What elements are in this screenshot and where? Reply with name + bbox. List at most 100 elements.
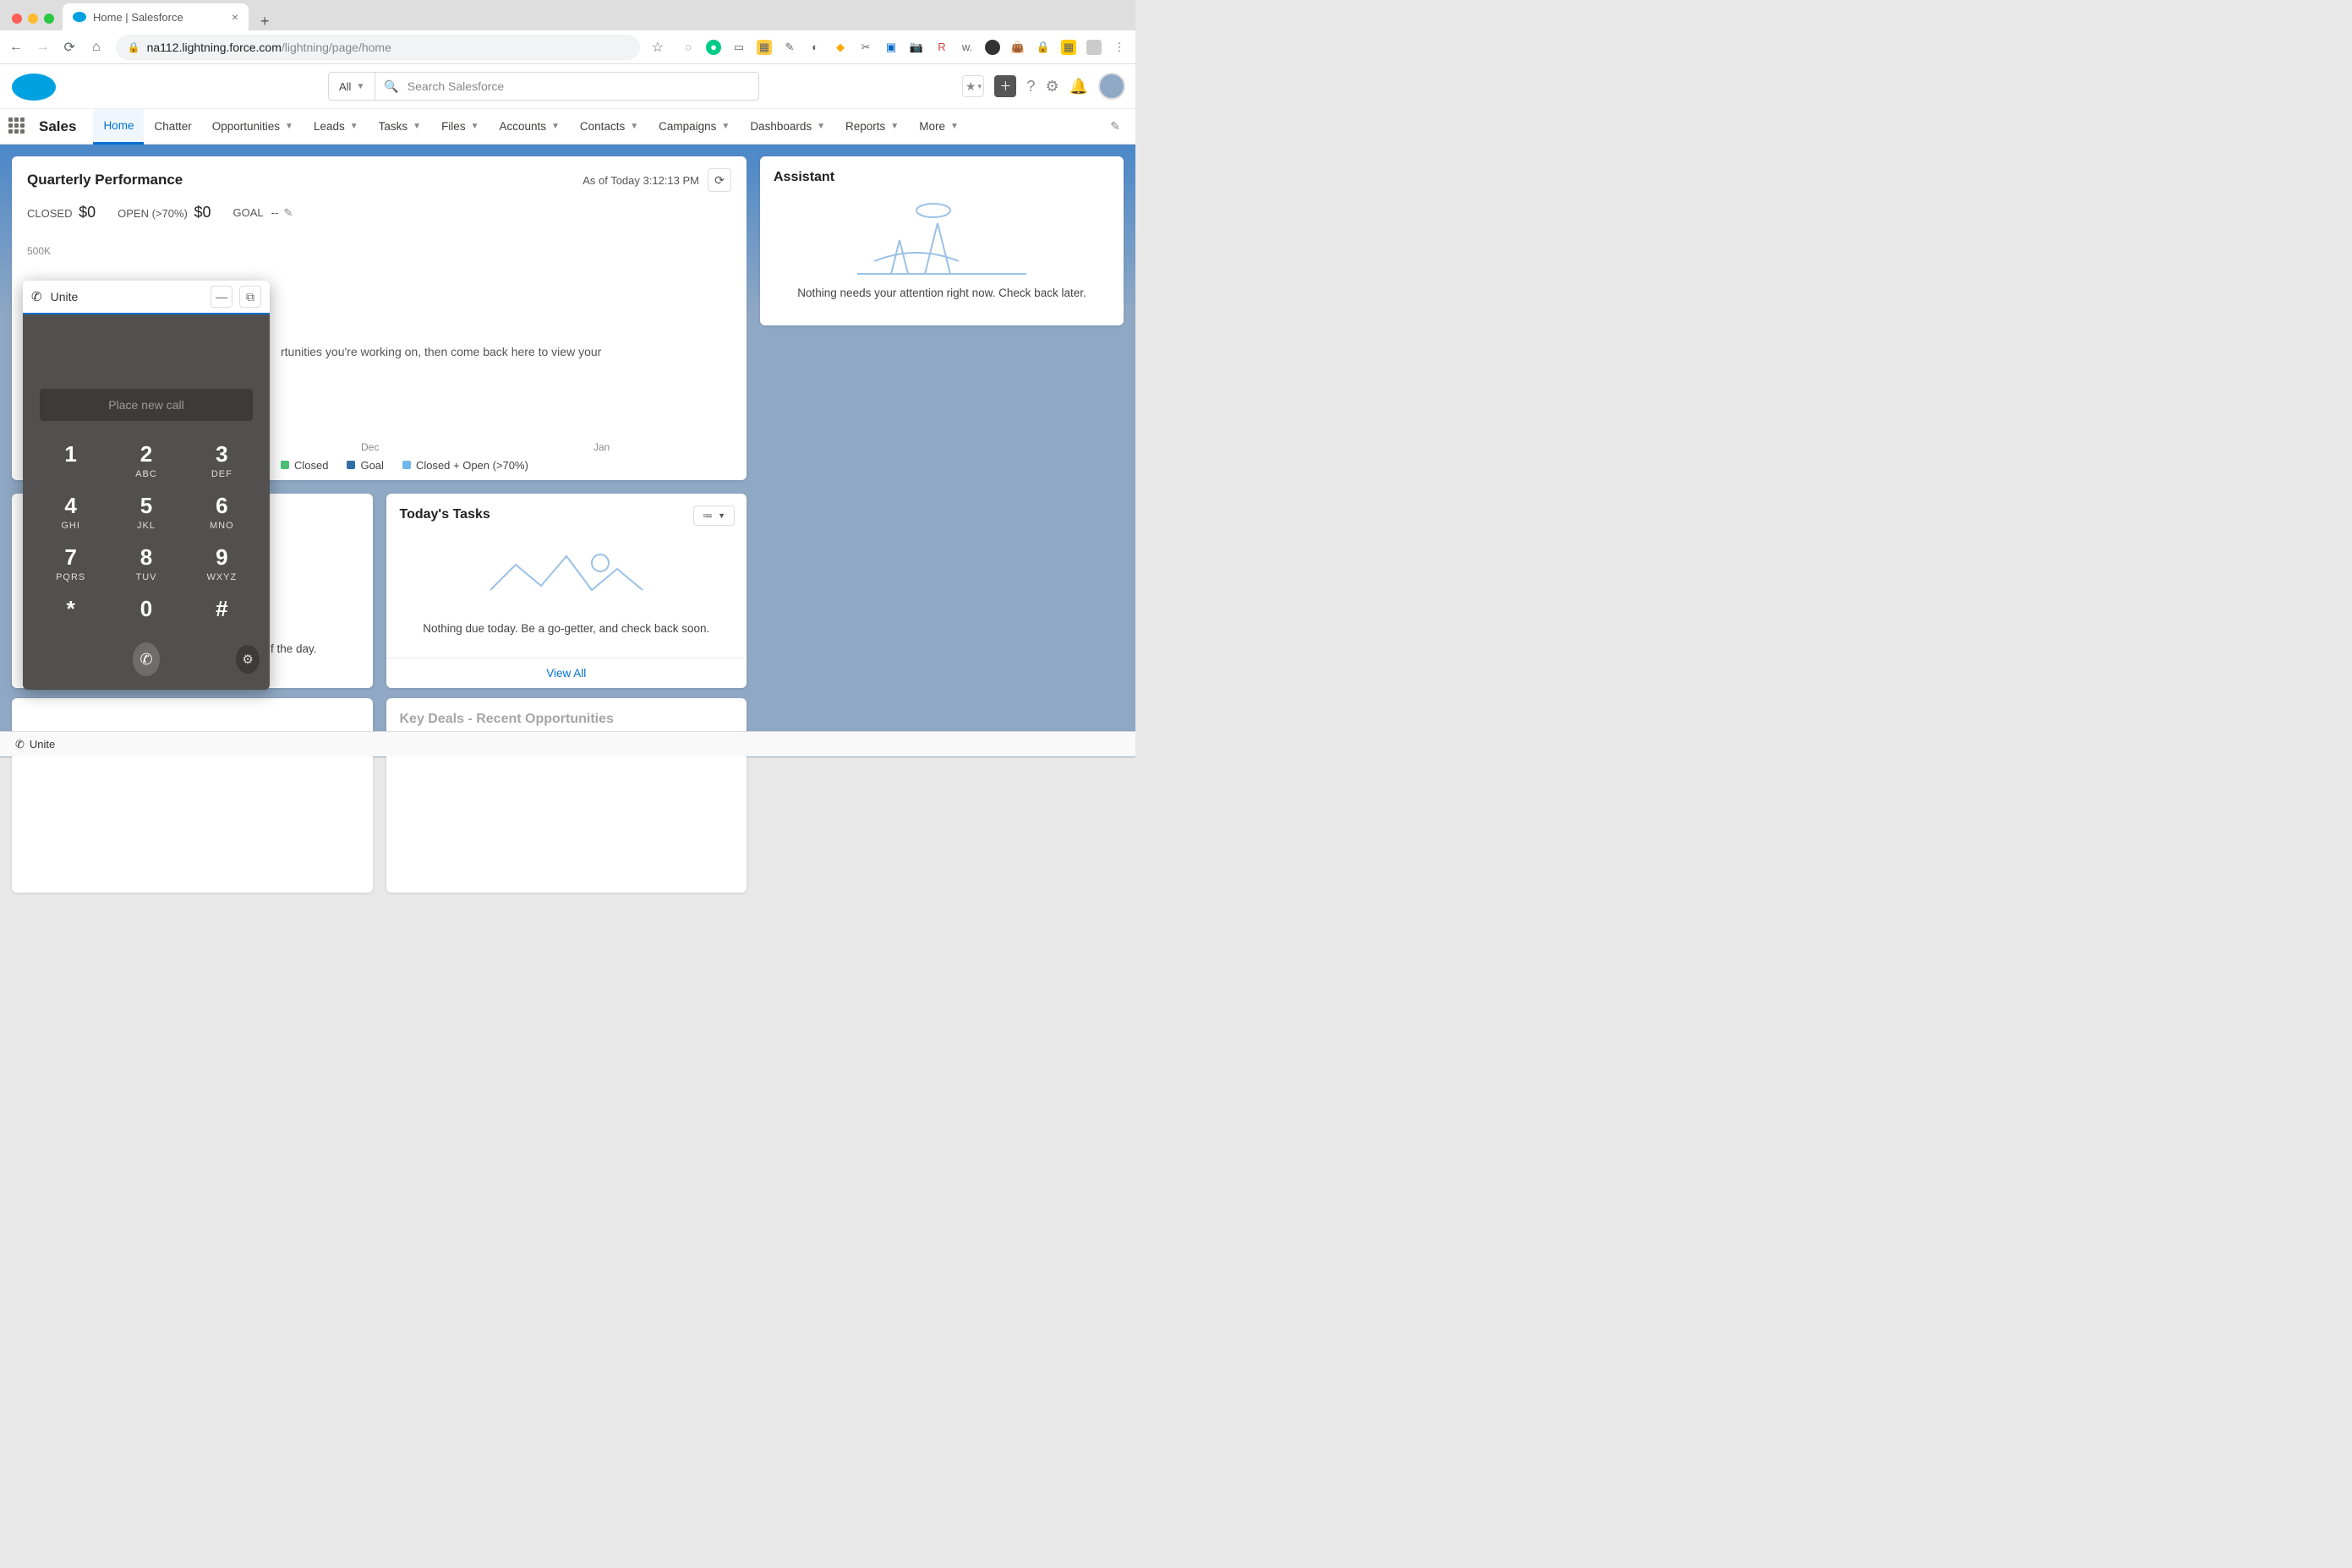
- tasks-illustration-icon: [400, 531, 734, 615]
- caret-down-icon: ▼: [817, 122, 825, 131]
- salesforce-logo-icon[interactable]: [10, 70, 57, 102]
- dialpad-key-7[interactable]: 7PQRS: [33, 544, 108, 582]
- closed-stat: CLOSED $0: [27, 204, 96, 221]
- nav-item-campaigns[interactable]: Campaigns ▼: [648, 109, 740, 145]
- dial-input[interactable]: Place new call: [40, 389, 253, 421]
- url-field[interactable]: 🔒 na112.lightning.force.com/lightning/pa…: [116, 35, 640, 60]
- browser-menu-icon[interactable]: ⋮: [1112, 40, 1127, 55]
- extension-icon[interactable]: 👜: [1010, 40, 1026, 55]
- popout-softphone-button[interactable]: ⧉: [239, 286, 261, 308]
- dialpad-key-8[interactable]: 8TUV: [108, 544, 183, 582]
- nav-label: Dashboards: [750, 120, 812, 133]
- nav-item-leads[interactable]: Leads ▼: [304, 109, 369, 145]
- minimize-softphone-button[interactable]: —: [211, 286, 232, 308]
- extension-icon[interactable]: ▦: [757, 40, 772, 55]
- back-icon[interactable]: ←: [8, 40, 24, 55]
- softphone-settings-button[interactable]: ⚙: [236, 645, 260, 674]
- favorites-button[interactable]: ★▾: [962, 75, 984, 97]
- edit-nav-icon[interactable]: ✎: [1110, 119, 1120, 134]
- edit-goal-icon[interactable]: ✎: [283, 206, 293, 219]
- address-bar: ← → ⟳ ⌂ 🔒 na112.lightning.force.com/ligh…: [0, 30, 1135, 64]
- extension-icon[interactable]: ●: [706, 40, 721, 55]
- dialpad: 12ABC3DEF 4GHI5JKL6MNO 7PQRS8TUV9WXYZ *0#: [33, 441, 260, 624]
- tab-strip: Home | Salesforce × +: [0, 0, 1135, 30]
- notifications-bell-icon[interactable]: 🔔: [1069, 78, 1088, 96]
- extension-icon[interactable]: 📷: [909, 40, 924, 55]
- utility-bar: ✆ Unite: [0, 731, 1135, 757]
- card-title: Key Deals - Recent Opportunities: [400, 712, 614, 726]
- extension-icon[interactable]: ✂: [858, 40, 873, 55]
- extension-icon[interactable]: ◐: [807, 40, 823, 55]
- extension-icon[interactable]: R: [934, 40, 949, 55]
- reload-icon[interactable]: ⟳: [62, 39, 77, 56]
- extension-icon[interactable]: 🔒: [1036, 40, 1051, 55]
- browser-tab[interactable]: Home | Salesforce ×: [63, 3, 249, 30]
- caret-down-icon: ▼: [950, 122, 959, 131]
- search-scope-dropdown[interactable]: All ▼: [328, 72, 375, 101]
- extension-icon[interactable]: ◆: [833, 40, 848, 55]
- app-nav: Sales HomeChatterOpportunities ▼Leads ▼T…: [0, 108, 1135, 144]
- dialpad-key-3[interactable]: 3DEF: [184, 441, 260, 479]
- header-actions: ★▾ ＋ ? ⚙ 🔔: [962, 73, 1125, 100]
- home-icon[interactable]: ⌂: [89, 40, 104, 55]
- app-launcher-icon[interactable]: [8, 117, 27, 136]
- dialpad-key-1[interactable]: 1: [33, 441, 108, 479]
- bookmark-star-icon[interactable]: ☆: [652, 39, 664, 56]
- nav-item-accounts[interactable]: Accounts ▼: [489, 109, 569, 145]
- caret-down-icon: ▼: [721, 122, 730, 131]
- user-avatar[interactable]: [1098, 73, 1125, 100]
- extension-icon[interactable]: ▣: [883, 40, 899, 55]
- view-all-link[interactable]: View All: [386, 658, 747, 680]
- salesforce-header: All ▼ 🔍 Search Salesforce ★▾ ＋ ? ⚙ 🔔 Sal…: [0, 64, 1135, 145]
- third-row: Key Deals - Recent Opportunities: [12, 698, 747, 893]
- global-search: All ▼ 🔍 Search Salesforce: [328, 72, 759, 101]
- refresh-button[interactable]: ⟳: [708, 168, 731, 192]
- extension-icon[interactable]: [985, 40, 1000, 55]
- nav-label: Accounts: [499, 120, 546, 133]
- tasks-filter-button[interactable]: ≔▼: [693, 505, 735, 526]
- card-title: Today's Tasks: [400, 507, 734, 522]
- nav-label: Leads: [314, 120, 345, 133]
- dialpad-key-5[interactable]: 5JKL: [108, 493, 183, 531]
- dialpad-key-0[interactable]: 0: [108, 596, 183, 624]
- dialpad-key-2[interactable]: 2ABC: [108, 441, 183, 479]
- extension-icon[interactable]: ◌: [681, 40, 696, 55]
- dialpad-key-9[interactable]: 9WXYZ: [184, 544, 260, 582]
- help-icon[interactable]: ?: [1026, 78, 1035, 96]
- forward-icon[interactable]: →: [36, 40, 51, 55]
- maximize-window-icon[interactable]: [44, 14, 54, 24]
- nav-item-reports[interactable]: Reports ▼: [835, 109, 909, 145]
- nav-item-contacts[interactable]: Contacts ▼: [570, 109, 648, 145]
- call-button[interactable]: ✆: [133, 642, 161, 676]
- nav-item-home[interactable]: Home: [93, 109, 144, 145]
- legend-item: Goal: [347, 459, 383, 472]
- dialpad-key-*[interactable]: *: [33, 596, 108, 624]
- dialpad-key-6[interactable]: 6MNO: [184, 493, 260, 531]
- global-add-button[interactable]: ＋: [994, 75, 1016, 97]
- utility-phone-item[interactable]: ✆ Unite: [8, 735, 62, 755]
- nav-item-dashboards[interactable]: Dashboards ▼: [740, 109, 835, 145]
- legend-item: Closed: [281, 459, 328, 472]
- profile-avatar-icon[interactable]: [1086, 40, 1102, 55]
- minimize-window-icon[interactable]: [28, 14, 38, 24]
- new-tab-button[interactable]: +: [249, 13, 282, 30]
- dialpad-key-4[interactable]: 4GHI: [33, 493, 108, 531]
- nav-item-files[interactable]: Files ▼: [431, 109, 489, 145]
- extension-icon[interactable]: w.: [960, 40, 975, 55]
- nav-item-chatter[interactable]: Chatter: [144, 109, 201, 145]
- search-icon: 🔍: [384, 79, 398, 94]
- close-tab-icon[interactable]: ×: [232, 10, 238, 24]
- nav-item-tasks[interactable]: Tasks ▼: [369, 109, 431, 145]
- close-window-icon[interactable]: [12, 14, 22, 24]
- dialpad-key-#[interactable]: #: [184, 596, 260, 624]
- extension-icon[interactable]: ✎: [782, 40, 797, 55]
- assistant-empty-msg: Nothing needs your attention right now. …: [774, 287, 1110, 299]
- extension-icon[interactable]: ▦: [1061, 40, 1076, 55]
- extension-icon[interactable]: ▭: [731, 40, 747, 55]
- nav-item-opportunities[interactable]: Opportunities ▼: [202, 109, 304, 145]
- setup-gear-icon[interactable]: ⚙: [1045, 78, 1058, 96]
- search-input[interactable]: 🔍 Search Salesforce: [375, 72, 759, 101]
- as-of-text: As of Today 3:12:13 PM: [583, 174, 699, 187]
- nav-item-more[interactable]: More ▼: [909, 109, 969, 145]
- nav-label: Reports: [845, 120, 885, 133]
